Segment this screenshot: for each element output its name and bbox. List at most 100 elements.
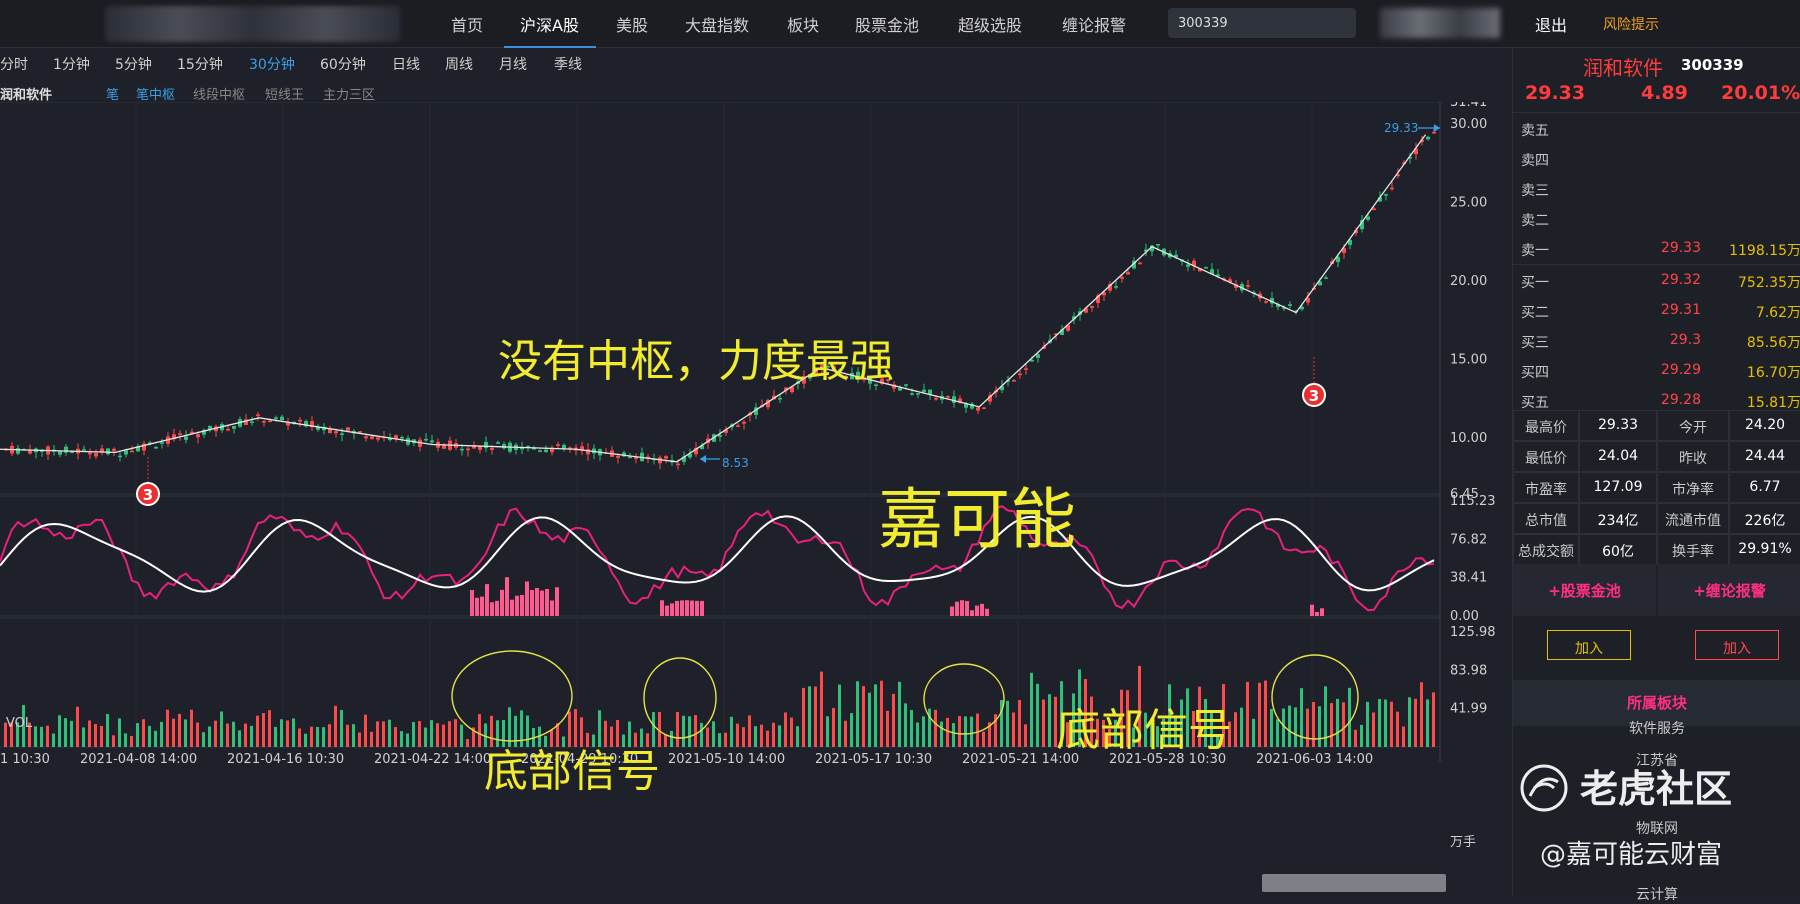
volume-bar (706, 727, 709, 747)
volume-bar (448, 721, 451, 747)
volume-bar (754, 726, 757, 747)
add-chan-alert-header[interactable]: +缠论报警 (1658, 564, 1800, 616)
vol-label[interactable]: VOL (6, 716, 33, 731)
volume-bar (1252, 718, 1255, 747)
ob-label: 买五 (1521, 395, 1549, 411)
stat-value: 24.44 (1729, 441, 1800, 472)
add-stock-pool-button[interactable]: 加入 (1547, 630, 1631, 660)
price-axis: 31.4130.0025.0020.0015.0010.006.45115.23… (1450, 102, 1496, 717)
stat-label: 最高价 (1513, 410, 1579, 441)
candle-body (370, 436, 374, 439)
ind-bi-center[interactable]: 笔中枢 (136, 84, 175, 103)
stat-value: 24.04 (1579, 441, 1657, 472)
sector-item[interactable]: 软件服务 (1513, 718, 1800, 738)
risk-warning-link[interactable]: 风险提示 (1603, 14, 1659, 34)
tf-weekly[interactable]: 周线 (445, 54, 473, 74)
ind-main-zones[interactable]: 主力三区 (323, 84, 375, 103)
tf-daily[interactable]: 日线 (392, 54, 420, 74)
add-stock-pool-header[interactable]: +股票金池 (1513, 564, 1656, 616)
chart-scrollbar[interactable] (1262, 874, 1446, 892)
low-arrowhead-icon (700, 455, 706, 463)
tf-1min[interactable]: 1分钟 (53, 54, 90, 74)
volume-bar (1336, 698, 1339, 747)
stat-label: 昨收 (1657, 441, 1729, 472)
volume-bar (262, 713, 265, 747)
signal-bar (505, 577, 509, 616)
exit-button[interactable]: 退出 (1535, 12, 1567, 36)
add-chan-alert-button[interactable]: 加入 (1695, 630, 1779, 660)
nav-a-shares[interactable]: 沪深A股 (520, 12, 579, 36)
ind-segment-center[interactable]: 线段中枢 (193, 84, 245, 103)
candle-body (58, 451, 62, 455)
volume-bar (616, 719, 619, 747)
nav-super-screener[interactable]: 超级选股 (958, 12, 1022, 36)
volume-bar (1264, 680, 1267, 747)
candle-body (676, 463, 680, 466)
volume-bar (52, 733, 55, 747)
volume-bar (796, 726, 799, 747)
chart-stock-name: 润和软件 (0, 88, 53, 103)
volume-bar (790, 717, 793, 747)
volume-bar (388, 719, 391, 747)
candle-body (286, 423, 290, 426)
order-buy3: 买三 29.3 85.56万 (1513, 326, 1800, 356)
tf-60min[interactable]: 60分钟 (320, 54, 366, 74)
ind-bi[interactable]: 笔 (106, 84, 119, 103)
candle-body (82, 449, 86, 451)
annotation-bottom-signal-2: 底部信号 (1056, 705, 1232, 756)
stat-label: 市盈率 (1513, 472, 1579, 503)
volume-bar (1318, 706, 1321, 747)
stat-label: 总成交额 (1513, 534, 1579, 565)
candle-body (634, 457, 638, 459)
oscillator-pane (0, 505, 1435, 616)
volume-bar (304, 733, 307, 747)
order-buy4: 买四 29.29 16.70万 (1513, 356, 1800, 386)
nav-chan-alert[interactable]: 缠论报警 (1062, 12, 1126, 36)
stat-label: 今开 (1657, 410, 1729, 441)
nav-us-stocks[interactable]: 美股 (616, 12, 648, 36)
kline-chart[interactable]: 31.4130.0025.0020.0015.0010.006.45115.23… (0, 102, 1512, 892)
volume-bar (664, 734, 667, 747)
vol-tick: 125.98 (1450, 625, 1496, 640)
volume-bar (106, 714, 109, 747)
signal-bar (680, 600, 684, 616)
volume-bar (868, 692, 871, 747)
stat-value: 127.09 (1579, 472, 1657, 503)
candle-body (28, 450, 32, 454)
volume-bar (484, 723, 487, 747)
tf-15min[interactable]: 15分钟 (177, 54, 223, 74)
tiger-stripe-icon (1528, 777, 1559, 797)
volume-bar (748, 715, 751, 747)
volume-bar (832, 707, 835, 747)
candle-body (904, 384, 908, 386)
volume-bar (880, 680, 883, 747)
price-label-low: 8.53 (722, 456, 749, 470)
ind-short-king[interactable]: 短线王 (265, 84, 304, 103)
volume-bar (76, 706, 79, 747)
tf-monthly[interactable]: 月线 (499, 54, 527, 74)
volume-bar (454, 719, 457, 747)
tf-5min[interactable]: 5分钟 (115, 54, 152, 74)
top-nav: 首页 沪深A股 美股 大盘指数 板块 股票金池 超级选股 缠论报警 退出 风险提… (0, 0, 1800, 48)
search-input[interactable] (1168, 8, 1356, 38)
nav-index[interactable]: 大盘指数 (685, 12, 749, 36)
tf-30min[interactable]: 30分钟 (249, 54, 295, 74)
tf-quarterly[interactable]: 季线 (554, 54, 582, 74)
volume-bar (898, 681, 901, 747)
volume-bar (124, 733, 127, 747)
nav-sectors[interactable]: 板块 (787, 12, 819, 36)
volume-bar (172, 718, 175, 747)
volume-bar (136, 723, 139, 747)
volume-bar (274, 726, 277, 747)
quote-pct: 20.01% (1721, 82, 1800, 104)
volume-bar (598, 710, 601, 747)
bottom-signal-circle-1 (451, 650, 573, 742)
candle-body (280, 416, 284, 421)
nav-stock-pool[interactable]: 股票金池 (855, 12, 919, 36)
high-arrowhead-icon (1434, 124, 1440, 132)
volume-bar (478, 714, 481, 747)
signal-bar (490, 602, 494, 616)
tf-intraday[interactable]: 分时 (0, 54, 28, 74)
nav-home[interactable]: 首页 (451, 12, 483, 36)
volume-bar (1042, 699, 1045, 747)
